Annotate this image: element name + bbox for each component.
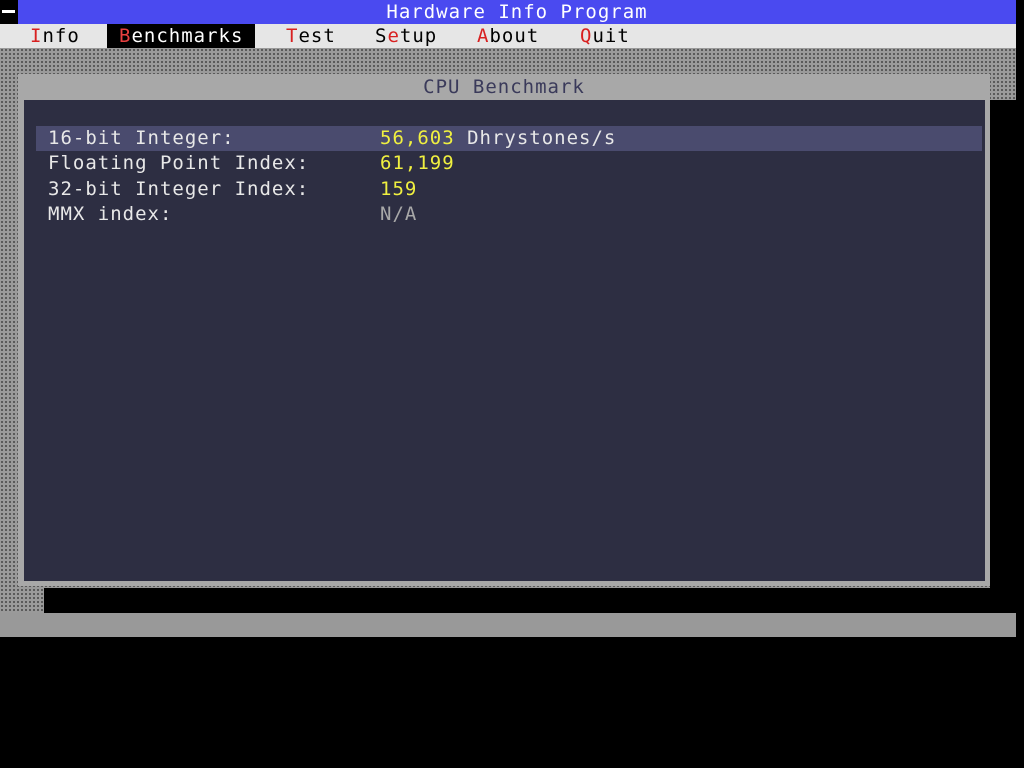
- row-label: 16-bit Integer:: [48, 127, 235, 149]
- row-value: N/A: [380, 202, 417, 227]
- menu-hotkey: e: [387, 25, 400, 47]
- row-value-unit: Dhrystones/s: [454, 127, 617, 149]
- row-label: MMX index:: [48, 203, 173, 225]
- menu-label: uit: [592, 25, 630, 47]
- app-title: Hardware Info Program: [386, 1, 648, 23]
- menu-item-benchmarks[interactable]: Benchmarks: [107, 24, 256, 48]
- system-menu-bar: [2, 10, 15, 13]
- row-value: 56,603 Dhrystones/s: [380, 126, 616, 151]
- benchmark-row-16bit-integer[interactable]: 16-bit Integer: 56,603 Dhrystones/s: [36, 126, 982, 151]
- row-value-number: 56,603: [380, 127, 455, 149]
- menu-item-quit[interactable]: Quit: [568, 24, 642, 48]
- cpu-benchmark-window: CPU Benchmark 16-bit Integer: 56,603 Dhr…: [18, 74, 990, 586]
- menu-label: tup: [399, 25, 438, 47]
- system-menu-icon[interactable]: [0, 0, 18, 24]
- menu-label: bout: [489, 25, 540, 47]
- benchmark-row-mmx[interactable]: MMX index: N/A: [36, 202, 982, 227]
- menu-hotkey: A: [477, 25, 490, 47]
- title-bar: Hardware Info Program: [0, 0, 1016, 24]
- menu-item-info[interactable]: Info: [18, 24, 92, 48]
- menu-hotkey: Q: [580, 25, 593, 47]
- window-title: CPU Benchmark: [423, 76, 585, 98]
- window-body: 16-bit Integer: 56,603 Dhrystones/s Floa…: [24, 100, 985, 581]
- benchmark-row-floating-point[interactable]: Floating Point Index: 61,199: [36, 151, 982, 176]
- menu-item-about[interactable]: About: [465, 24, 551, 48]
- menu-label: nfo: [42, 25, 80, 47]
- menu-bar: Info Benchmarks Test Setup About Quit: [0, 24, 1016, 48]
- menu-hotkey: B: [119, 25, 132, 47]
- menu-hotkey: T: [286, 25, 299, 47]
- benchmark-row-32bit-integer[interactable]: 32-bit Integer Index: 159: [36, 177, 982, 202]
- status-bar: [0, 613, 1016, 637]
- window-shadow-right: [990, 100, 1016, 588]
- row-value-number: 61,199: [380, 152, 455, 174]
- row-value-number: N/A: [380, 203, 418, 225]
- menu-label: est: [298, 25, 336, 47]
- menu-label-prefix: S: [375, 25, 388, 47]
- menu-item-setup[interactable]: Setup: [363, 24, 449, 48]
- menu-item-test[interactable]: Test: [274, 24, 348, 48]
- row-value: 61,199: [380, 151, 455, 176]
- menu-hotkey: I: [30, 25, 43, 47]
- row-label: Floating Point Index:: [48, 152, 310, 174]
- row-label: 32-bit Integer Index:: [48, 178, 310, 200]
- screen: Hardware Info Program Info Benchmarks Te…: [0, 0, 1024, 768]
- menu-label: enchmarks: [131, 25, 244, 47]
- row-value-number: 159: [380, 178, 418, 200]
- window-shadow-bottom: [44, 588, 1016, 613]
- row-value: 159: [380, 177, 417, 202]
